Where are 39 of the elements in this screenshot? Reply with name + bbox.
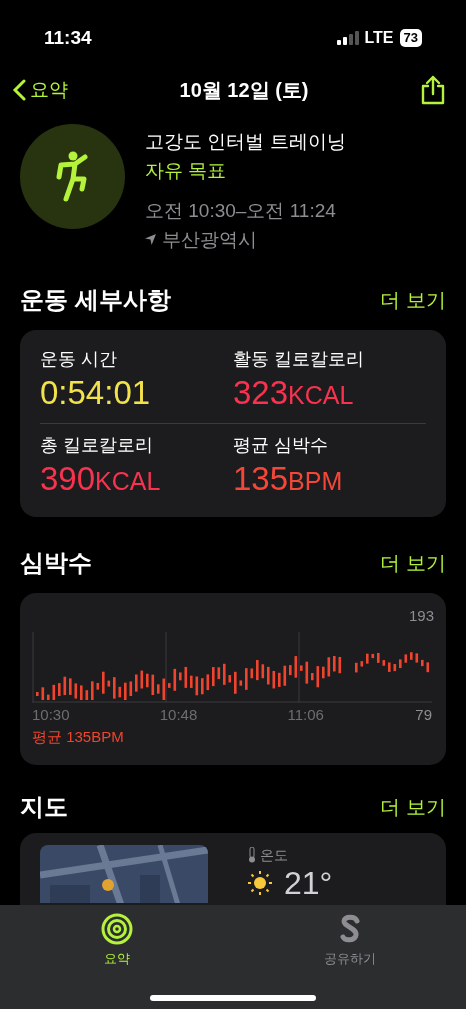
section-title: 지도 (20, 791, 68, 822)
stat-label: 운동 시간 (40, 348, 118, 371)
network-label: LTE (364, 28, 394, 48)
workout-time: 오전 10:30–오전 11:24 (145, 199, 337, 223)
tab[interactable]: 공유하기 (289, 913, 410, 1009)
location-arrow-icon (145, 234, 156, 246)
temperature-label: 온도 (260, 845, 288, 865)
workout-location: 부산광역시 (162, 227, 257, 252)
rings-icon (100, 913, 133, 945)
chevron-icon (12, 79, 26, 101)
time-axis-label: 10:48 (159, 704, 199, 725)
stat-value: 135BPM (233, 459, 344, 499)
thermometer-icon (248, 847, 256, 863)
workout-name: 고강도 인터벌 트레이닝 (145, 130, 346, 154)
stat-value: 0:54:01 (40, 373, 152, 413)
more-link[interactable]: 더 보기 (380, 548, 446, 578)
stat-label: 총 킬로칼로리 (40, 434, 154, 457)
time-axis-label: 10:30 (32, 704, 71, 725)
back-button[interactable]: 요약 (12, 75, 68, 105)
sun-icon (248, 870, 272, 895)
status-time: 11:34 (44, 25, 92, 50)
more-link[interactable]: 더 보기 (380, 791, 446, 822)
more-link[interactable]: 더 보기 (380, 285, 446, 315)
chart-max-label: 193 (408, 606, 434, 626)
tab[interactable]: 요약 (56, 913, 177, 1009)
battery-icon: 73 (399, 29, 422, 47)
section-title: 심박수 (20, 548, 92, 578)
stat-value: 390KCAL (40, 459, 162, 499)
temperature-value: 21° (284, 865, 333, 900)
stat-value: 323KCAL (233, 373, 355, 413)
stat-label: 평균 심박수 (233, 434, 329, 457)
time-axis-label: 11:06 (287, 704, 325, 725)
signal-icon (336, 31, 359, 45)
section-title: 운동 세부사항 (20, 285, 171, 315)
stat-label: 활동 킬로칼로리 (233, 348, 365, 371)
average-heart-rate: 평균 135BPM (32, 727, 125, 747)
workout-goal: 자유 목표 (145, 158, 228, 183)
nav-title: 10월 12일 (토) (179, 78, 309, 103)
chart-min-label: 79 (415, 704, 432, 725)
